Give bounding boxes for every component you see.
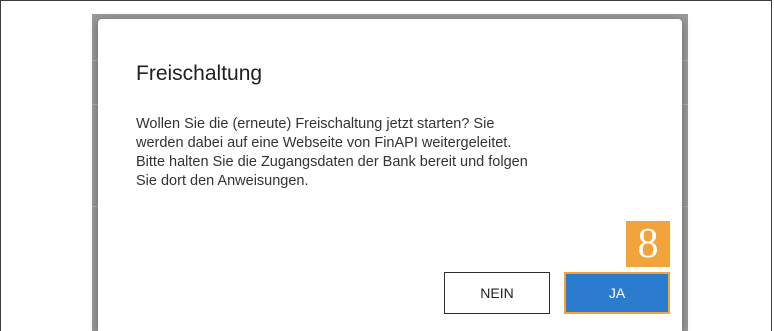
no-button[interactable]: NEIN — [444, 272, 550, 314]
yes-button[interactable]: JA — [564, 272, 670, 314]
dialog-message: Wollen Sie die (erneute) Freischaltung j… — [136, 115, 656, 191]
dialog-title: Freischaltung — [136, 62, 263, 85]
activation-dialog: Freischaltung Wollen Sie die (erneute) F… — [98, 19, 682, 331]
yes-button-label: JA — [566, 274, 668, 312]
dialog-message-line: werden dabei auf eine Webseite von FinAP… — [136, 135, 512, 151]
callout-step-badge: 8 — [626, 221, 670, 267]
dialog-message-line: Bitte halten Sie die Zugangsdaten der Ba… — [136, 154, 528, 170]
dialog-message-line: Wollen Sie die (erneute) Freischaltung j… — [136, 116, 495, 132]
dialog-message-line: Sie dort den Anweisungen. — [136, 173, 309, 189]
